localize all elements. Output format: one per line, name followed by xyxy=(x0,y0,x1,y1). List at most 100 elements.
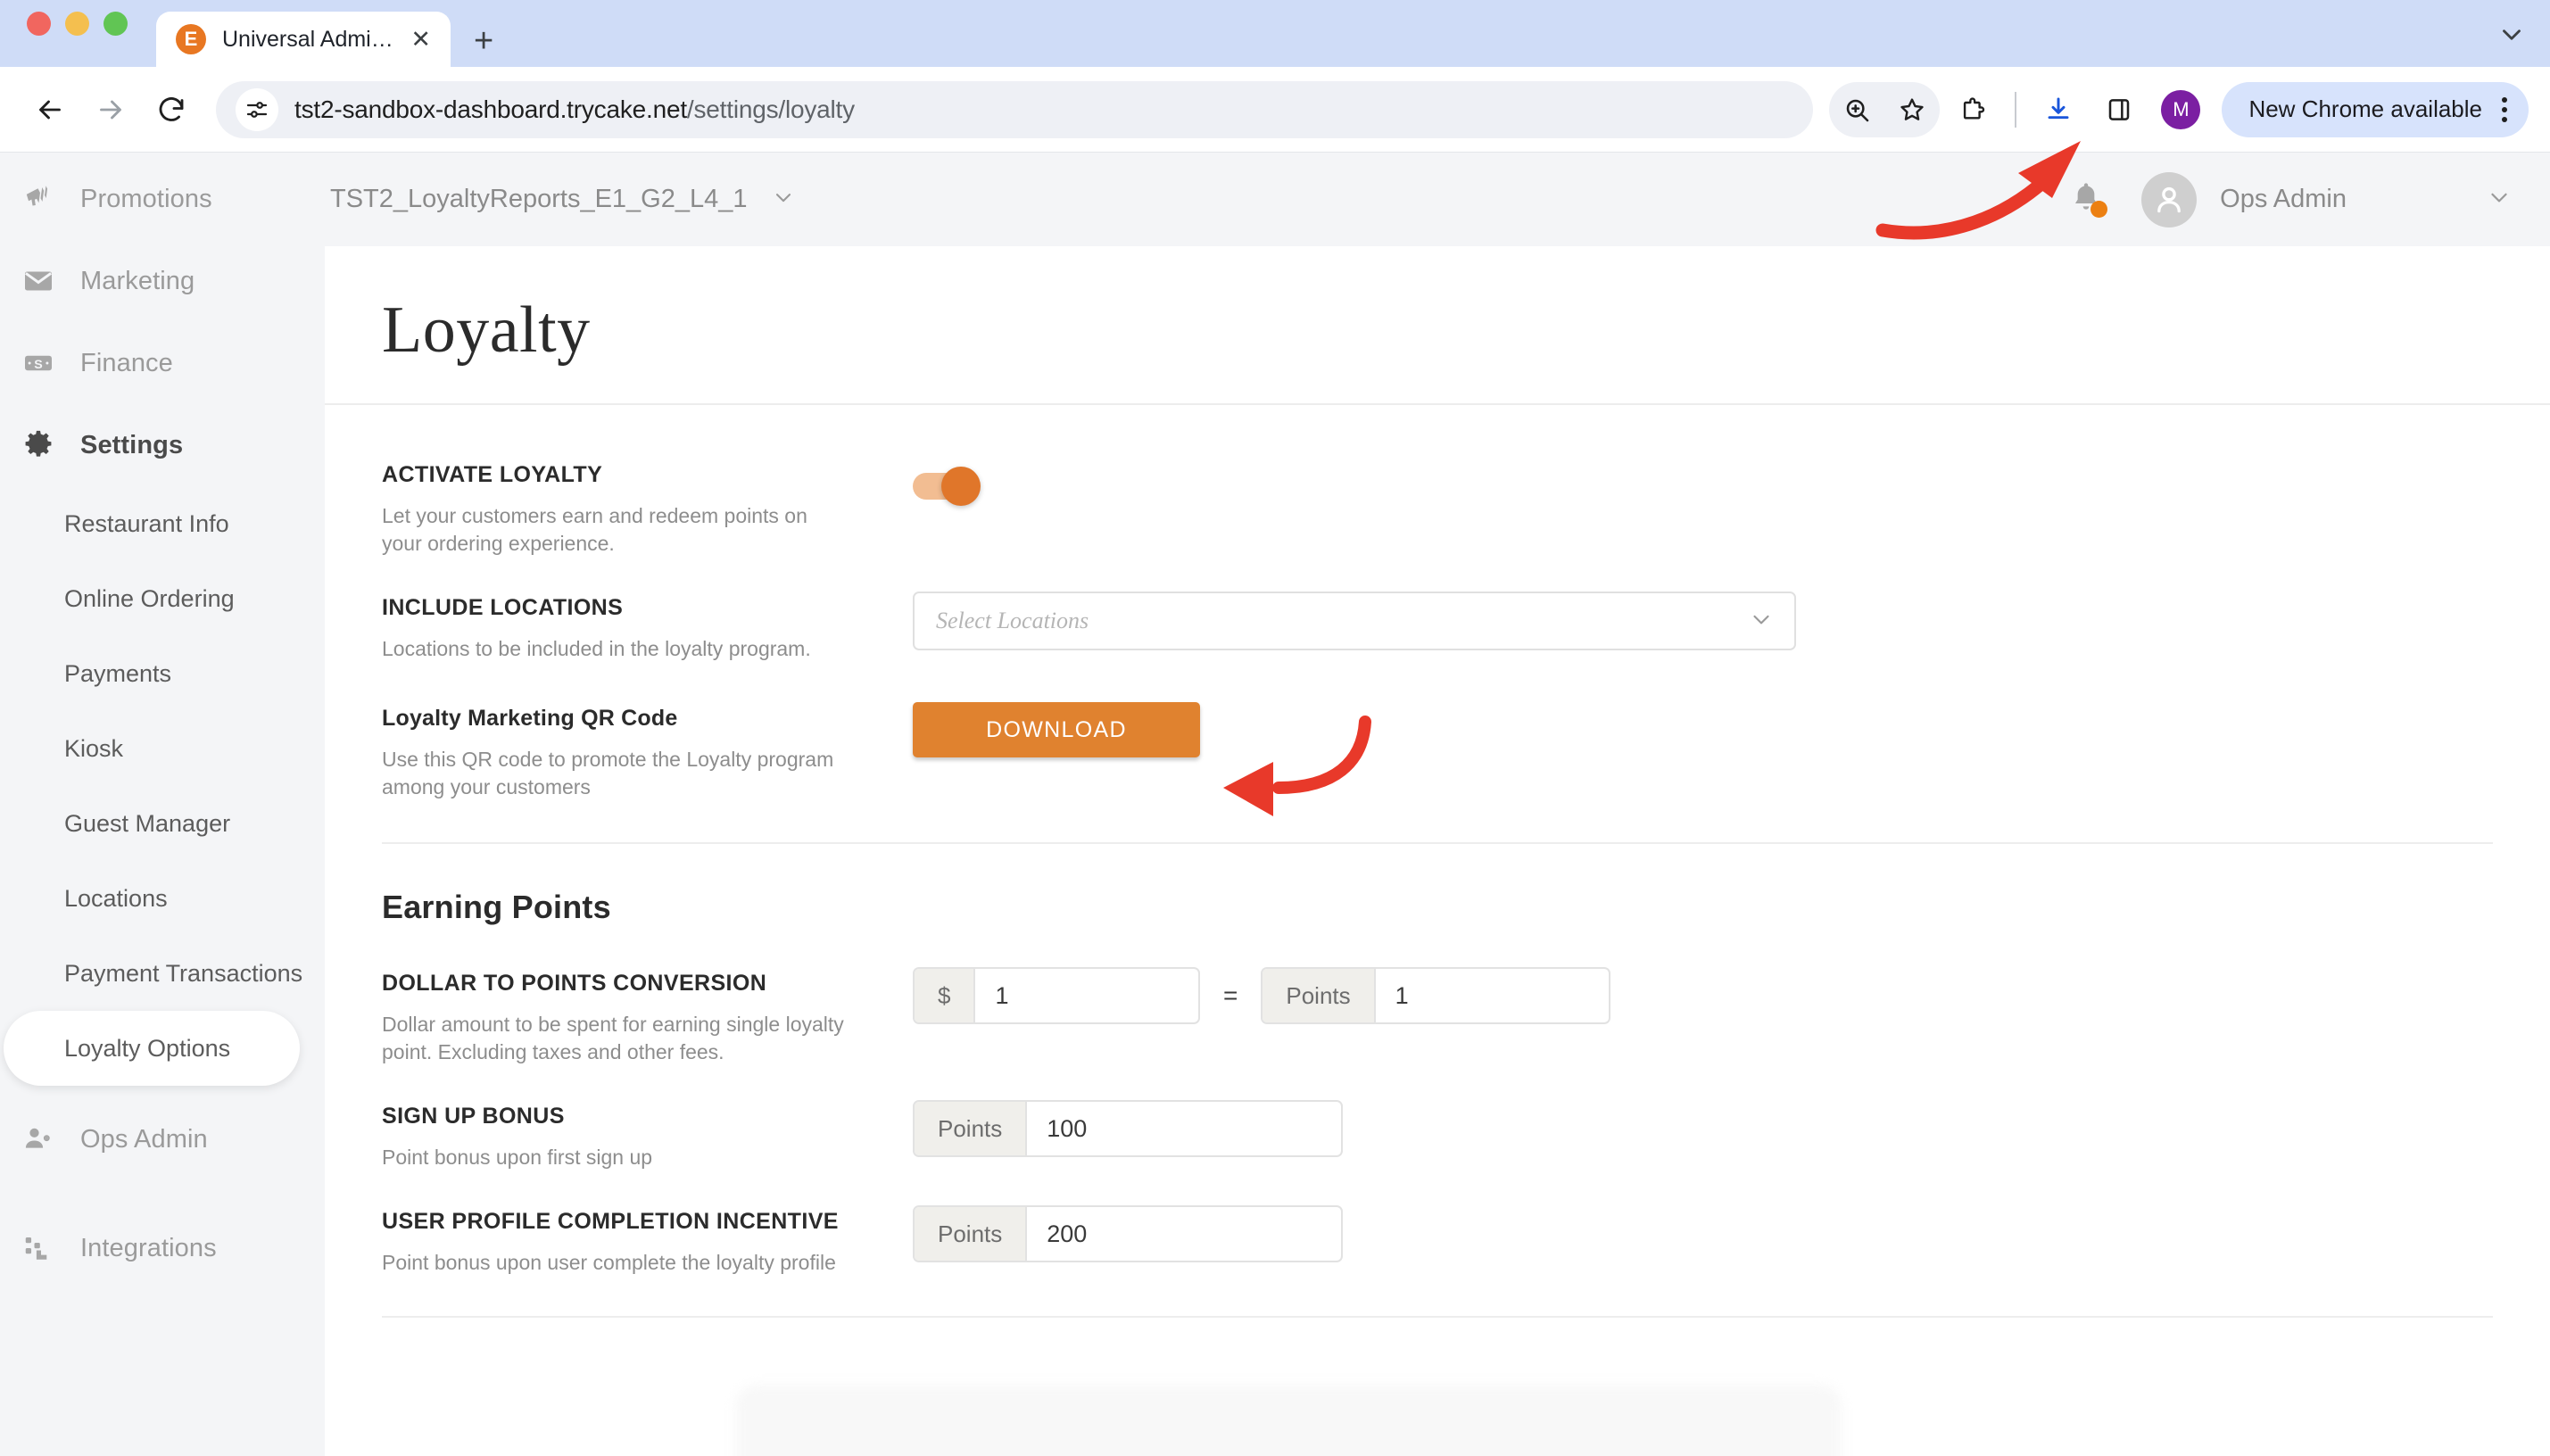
tab-list-chevron-icon[interactable] xyxy=(2496,20,2527,54)
sidebar-item-ops-admin[interactable]: Ops Admin xyxy=(0,1098,325,1180)
chrome-update-label: New Chrome available xyxy=(2248,95,2482,122)
back-button[interactable] xyxy=(21,81,79,138)
window-controls[interactable] xyxy=(27,0,128,67)
earning-points-title: Earning Points xyxy=(382,889,611,926)
activate-loyalty-toggle[interactable] xyxy=(913,467,981,506)
sidebar-item-locations[interactable]: Locations xyxy=(0,861,325,936)
locations-select-placeholder: Select Locations xyxy=(936,608,1089,634)
profile-avatar[interactable]: M xyxy=(2161,89,2201,129)
sidebar-item-online-ordering[interactable]: Online Ordering xyxy=(0,561,325,636)
activate-loyalty-row: ACTIVATE LOYALTY Let your customers earn… xyxy=(382,459,2550,558)
sidebar-item-label: Finance xyxy=(80,348,173,377)
equals-sign: = xyxy=(1223,981,1238,1010)
browser-window: E Universal Admin Reports ✕ + xyxy=(0,0,2550,1456)
envelope-icon xyxy=(20,265,57,297)
app-header: TST2_LoyaltyReports_E1_G2_L4_1 Ops Admin xyxy=(325,153,2550,246)
activate-loyalty-label: ACTIVATE LOYALTY xyxy=(382,462,603,487)
sidebar: Promotions Marketing S Finance Settings xyxy=(0,153,325,1456)
sidebar-item-marketing[interactable]: Marketing xyxy=(0,240,325,322)
minimize-window-button[interactable] xyxy=(65,12,89,36)
tab-title: Universal Admin Reports xyxy=(222,26,394,52)
avatar xyxy=(2141,171,2198,228)
signup-bonus-input-group[interactable]: Points 100 xyxy=(913,1100,1343,1158)
page-header: Loyalty xyxy=(325,246,2550,405)
sidebar-item-label: Payments xyxy=(64,659,172,687)
toolbar-icons: M New Chrome available xyxy=(1829,81,2529,137)
points-input[interactable]: 1 xyxy=(1376,969,1428,1022)
dollar-input-group[interactable]: $ 1 xyxy=(913,967,1200,1025)
download-qr-button[interactable]: DOWNLOAD xyxy=(913,702,1200,758)
side-panel-icon[interactable] xyxy=(2091,82,2147,137)
maximize-window-button[interactable] xyxy=(103,12,128,36)
user-menu[interactable]: Ops Admin xyxy=(2141,171,2513,228)
points-input-group[interactable]: Points 1 xyxy=(1261,967,1611,1025)
forward-button[interactable] xyxy=(82,81,139,138)
locations-select[interactable]: Select Locations xyxy=(913,592,1796,651)
notification-bell-icon[interactable] xyxy=(2068,179,2108,219)
tab-strip: E Universal Admin Reports ✕ + xyxy=(0,0,2550,67)
extensions-icon[interactable] xyxy=(1945,82,2000,137)
sidebar-item-payments[interactable]: Payments xyxy=(0,636,325,711)
activate-loyalty-field xyxy=(913,459,2550,506)
signup-bonus-input[interactable]: 100 xyxy=(1027,1102,1106,1155)
sidebar-item-guest-manager[interactable]: Guest Manager xyxy=(0,786,325,861)
profile-incentive-description: Point bonus upon user complete the loyal… xyxy=(382,1251,836,1275)
signup-bonus-description: Point bonus upon first sign up xyxy=(382,1146,653,1170)
sidebar-item-kiosk[interactable]: Kiosk xyxy=(0,711,325,786)
signup-bonus-addon: Points xyxy=(915,1102,1028,1156)
chevron-down-icon xyxy=(1748,606,1775,637)
sidebar-item-loyalty-options[interactable]: Loyalty Options xyxy=(4,1011,300,1086)
environment-selector[interactable]: TST2_LoyaltyReports_E1_G2_L4_1 xyxy=(330,185,796,214)
activate-loyalty-description: Let your customers earn and redeem point… xyxy=(382,504,807,556)
user-gear-icon xyxy=(20,1123,57,1155)
bookmark-star-icon[interactable] xyxy=(1884,82,1940,137)
sidebar-item-label: Integrations xyxy=(80,1233,217,1262)
address-bar[interactable]: tst2-sandbox-dashboard.trycake.net/setti… xyxy=(216,80,1814,138)
sidebar-item-label: Restaurant Info xyxy=(64,509,229,537)
dollar-input[interactable]: 1 xyxy=(975,969,1028,1022)
next-section-placeholder xyxy=(735,1385,1842,1456)
dollar-to-points-label-group: DOLLAR TO POINTS CONVERSION Dollar amoun… xyxy=(382,967,913,1066)
signup-bonus-label: SIGN UP BONUS xyxy=(382,1104,565,1129)
qr-code-label: Loyalty Marketing QR Code xyxy=(382,706,678,732)
signup-bonus-row: SIGN UP BONUS Point bonus upon first sig… xyxy=(382,1100,2550,1171)
cake-favicon: E xyxy=(176,24,206,54)
new-tab-button[interactable]: + xyxy=(474,24,493,67)
chrome-update-button[interactable]: New Chrome available xyxy=(2222,81,2529,137)
zoom-icon[interactable] xyxy=(1829,82,1884,137)
sidebar-item-promotions[interactable]: Promotions xyxy=(0,158,325,240)
profile-incentive-addon: Points xyxy=(915,1207,1028,1262)
browser-tab[interactable]: E Universal Admin Reports ✕ xyxy=(156,12,451,67)
page-title: Loyalty xyxy=(382,294,591,367)
sidebar-item-integrations[interactable]: Integrations xyxy=(0,1207,325,1289)
reload-button[interactable] xyxy=(143,81,200,138)
sidebar-item-label: Locations xyxy=(64,884,168,912)
sidebar-item-finance[interactable]: S Finance xyxy=(0,322,325,404)
url-host: tst2-sandbox-dashboard.trycake.net xyxy=(294,95,687,123)
download-icon[interactable] xyxy=(2031,82,2086,137)
chrome-menu-icon[interactable] xyxy=(2495,96,2514,122)
sidebar-item-payment-transactions[interactable]: Payment Transactions xyxy=(0,936,325,1011)
sidebar-item-label: Ops Admin xyxy=(80,1124,208,1154)
dollar-to-points-description: Dollar amount to be spent for earning si… xyxy=(382,1013,844,1064)
profile-incentive-input-group[interactable]: Points 200 xyxy=(913,1205,1343,1263)
sidebar-item-restaurant-info[interactable]: Restaurant Info xyxy=(0,486,325,561)
activate-loyalty-label-group: ACTIVATE LOYALTY Let your customers earn… xyxy=(382,459,913,558)
sidebar-item-label: Marketing xyxy=(80,266,195,295)
megaphone-icon xyxy=(20,183,57,215)
sidebar-item-label: Online Ordering xyxy=(64,584,235,612)
points-addon: Points xyxy=(1263,969,1376,1023)
close-window-button[interactable] xyxy=(27,12,51,36)
close-icon[interactable]: ✕ xyxy=(410,27,431,52)
profile-incentive-input[interactable]: 200 xyxy=(1027,1207,1106,1261)
include-locations-field: Select Locations xyxy=(913,592,2550,651)
site-settings-icon[interactable] xyxy=(236,87,278,131)
signup-bonus-field: Points 100 xyxy=(913,1100,2550,1158)
gear-icon xyxy=(20,428,57,462)
toggle-knob xyxy=(941,467,981,506)
qr-code-label-group: Loyalty Marketing QR Code Use this QR co… xyxy=(382,702,913,801)
section-divider-bottom xyxy=(382,1316,2493,1319)
app-shell: Promotions Marketing S Finance Settings xyxy=(0,153,2550,1456)
sidebar-item-settings[interactable]: Settings xyxy=(0,404,325,486)
toolbar-divider xyxy=(2015,91,2017,128)
